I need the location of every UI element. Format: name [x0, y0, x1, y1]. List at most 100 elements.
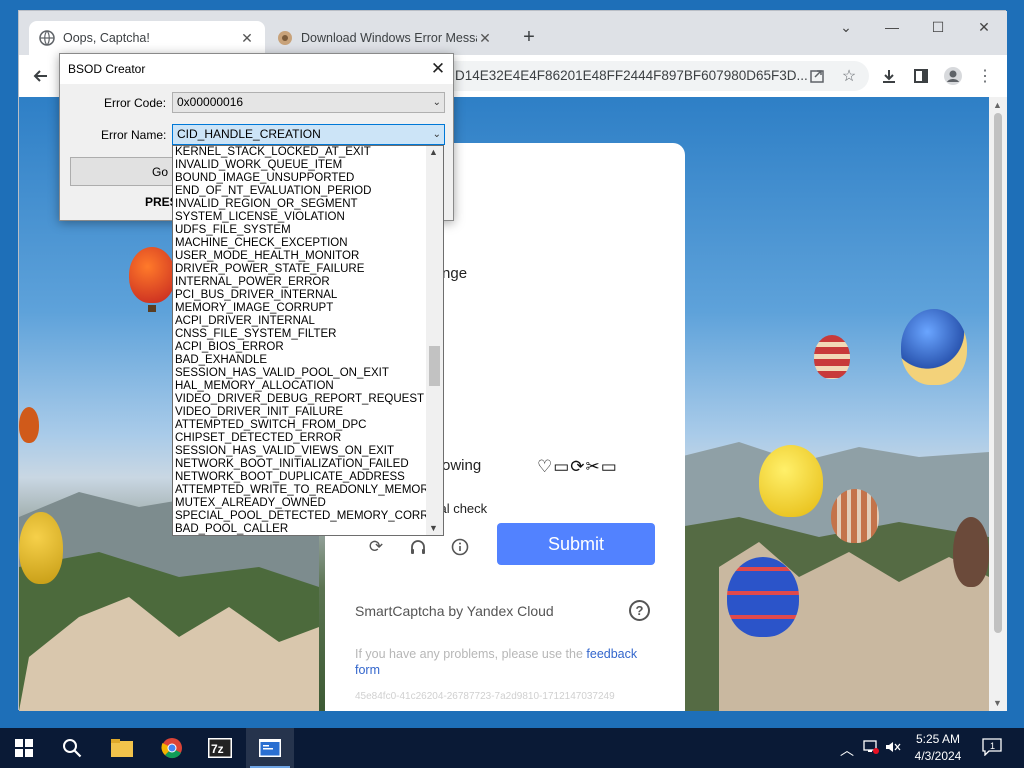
dropdown-item[interactable]: VIDEO_DRIVER_DEBUG_REPORT_REQUEST	[173, 393, 427, 406]
scroll-up-icon[interactable]: ▲	[993, 100, 1002, 110]
taskbar: 7z ︿ 5:25 AM 4/3/2024 1	[0, 728, 1024, 768]
balloon	[814, 335, 850, 379]
dropdown-item[interactable]: VIDEO_DRIVER_INIT_FAILURE	[173, 406, 427, 419]
error-name-select[interactable]: CID_HANDLE_CREATION ⌄	[172, 124, 445, 145]
close-tab-icon[interactable]: ✕	[239, 30, 255, 47]
side-panel-icon[interactable]	[909, 64, 933, 88]
audio-headphones-icon[interactable]	[406, 535, 430, 559]
share-icon[interactable]	[805, 64, 829, 88]
dropdown-item[interactable]: NETWORK_BOOT_INITIALIZATION_FAILED	[173, 458, 427, 471]
close-tab-icon[interactable]: ✕	[477, 30, 493, 47]
balloon	[953, 517, 989, 587]
submit-button[interactable]: Submit	[497, 523, 655, 565]
dropdown-item[interactable]: BOUND_IMAGE_UNSUPPORTED	[173, 172, 427, 185]
refresh-icon[interactable]: ⟳	[364, 535, 388, 559]
dropdown-item[interactable]: MUTEX_ALREADY_OWNED	[173, 497, 427, 510]
dialog-title: BSOD Creator	[68, 62, 146, 76]
tab-title: Download Windows Error Messa	[301, 31, 477, 45]
balloon	[727, 557, 799, 637]
dropdown-item[interactable]: SPECIAL_POOL_DETECTED_MEMORY_CORRUPTION	[173, 510, 427, 523]
dropdown-item[interactable]: INTERNAL_POWER_ERROR	[173, 276, 427, 289]
dropdown-item[interactable]: INVALID_REGION_OR_SEGMENT	[173, 198, 427, 211]
feedback-link[interactable]: feedback	[586, 647, 637, 661]
download-icon[interactable]	[877, 64, 901, 88]
dropdown-item[interactable]: END_OF_NT_EVALUATION_PERIOD	[173, 185, 427, 198]
error-name-dropdown[interactable]: KERNEL_STACK_LOCKED_AT_EXIT INVALID_WORK_…	[172, 145, 444, 536]
scroll-down-icon[interactable]: ▼	[993, 698, 1002, 708]
dropdown-items: KERNEL_STACK_LOCKED_AT_EXIT INVALID_WORK_…	[173, 146, 427, 535]
system-clock[interactable]: 5:25 AM 4/3/2024	[906, 731, 970, 765]
maximize-button[interactable]: ☐	[915, 11, 961, 43]
dropdown-item[interactable]: HAL_MEMORY_ALLOCATION	[173, 380, 427, 393]
dropdown-item[interactable]: DRIVER_POWER_STATE_FAILURE	[173, 263, 427, 276]
svg-text:7z: 7z	[211, 742, 224, 756]
network-icon[interactable]	[863, 740, 879, 757]
bsod-creator-taskbar-icon[interactable]	[246, 728, 294, 768]
dropdown-item[interactable]: BAD_EXHANDLE	[173, 354, 427, 367]
dropdown-item[interactable]: CHIPSET_DETECTED_ERROR	[173, 432, 427, 445]
info-icon[interactable]	[448, 535, 472, 559]
feedback-link-form[interactable]: form	[355, 663, 380, 677]
dropdown-item[interactable]: ACPI_BIOS_ERROR	[173, 341, 427, 354]
close-icon[interactable]: ✕	[423, 54, 453, 84]
dropdown-item[interactable]: CNSS_FILE_SYSTEM_FILTER	[173, 328, 427, 341]
dropdown-item[interactable]: SYSTEM_LICENSE_VIOLATION	[173, 211, 427, 224]
dropdown-item[interactable]: ACPI_DRIVER_INTERNAL	[173, 315, 427, 328]
new-tab-button[interactable]: +	[517, 25, 541, 49]
scroll-down-icon[interactable]: ▼	[429, 523, 438, 533]
bookmark-star-icon[interactable]: ☆	[837, 64, 861, 88]
clock-date: 4/3/2024	[914, 749, 962, 763]
start-button[interactable]	[0, 728, 48, 768]
tab-captcha[interactable]: Oops, Captcha! ✕	[29, 21, 265, 55]
tray-chevron-up-icon[interactable]: ︿	[840, 740, 854, 760]
balloon	[19, 407, 39, 443]
captcha-brand: SmartCaptcha by Yandex Cloud	[355, 603, 554, 619]
dropdown-item[interactable]: UDFS_FILE_SYSTEM	[173, 224, 427, 237]
tab-search-icon[interactable]: ⌄	[823, 11, 869, 43]
tab-strip: Oops, Captcha! ✕ Download Windows Error …	[19, 11, 1007, 55]
chrome-icon[interactable]	[148, 728, 196, 768]
dropdown-item[interactable]: PCI_BUS_DRIVER_INTERNAL	[173, 289, 427, 302]
dropdown-item[interactable]: SESSION_HAS_VALID_POOL_ON_EXIT	[173, 367, 427, 380]
address-text: D14E32E4E4F86201E48FF2444F897BF607980D65…	[455, 68, 808, 83]
dropdown-item[interactable]: MACHINE_CHECK_EXCEPTION	[173, 237, 427, 250]
dropdown-item[interactable]: MEMORY_IMAGE_CORRUPT	[173, 302, 427, 315]
back-icon[interactable]	[29, 64, 53, 88]
notification-icon[interactable]: 1	[982, 738, 1002, 759]
dropdown-item[interactable]: INVALID_WORK_QUEUE_ITEM	[173, 159, 427, 172]
profile-avatar-icon[interactable]	[941, 64, 965, 88]
7zip-icon[interactable]: 7z	[196, 728, 244, 768]
search-icon[interactable]	[48, 728, 96, 768]
tab-download[interactable]: Download Windows Error Messa ✕	[267, 21, 503, 55]
balloon	[831, 489, 879, 543]
scrollbar-thumb[interactable]	[429, 346, 440, 386]
globe-icon	[39, 30, 55, 46]
help-icon[interactable]: ?	[629, 600, 650, 621]
dropdown-item[interactable]: ATTEMPTED_SWITCH_FROM_DPC	[173, 419, 427, 432]
chevron-down-icon: ⌄	[432, 129, 441, 140]
minimize-button[interactable]: —	[869, 11, 915, 43]
close-window-button[interactable]: ✕	[961, 11, 1007, 43]
challenge-glyphs: ♡▭⟳✂▭	[537, 457, 618, 476]
file-explorer-icon[interactable]	[98, 728, 146, 768]
balloon-basket	[148, 305, 156, 312]
clock-time: 5:25 AM	[915, 732, 961, 746]
dropdown-scrollbar[interactable]: ▲ ▼	[426, 146, 443, 535]
dropdown-item[interactable]: BAD_POOL_CALLER	[173, 523, 427, 535]
dropdown-item[interactable]: KERNEL_STACK_LOCKED_AT_EXIT	[173, 146, 427, 159]
dialog-titlebar: BSOD Creator ✕	[60, 54, 453, 84]
page-scrollbar[interactable]: ▲ ▼	[989, 97, 1007, 711]
dropdown-item[interactable]: SESSION_HAS_VALID_VIEWS_ON_EXIT	[173, 445, 427, 458]
volume-muted-icon[interactable]	[885, 740, 901, 757]
dropdown-item[interactable]: USER_MODE_HEALTH_MONITOR	[173, 250, 427, 263]
menu-icon[interactable]: ⋮	[973, 64, 997, 88]
softpedia-icon	[277, 30, 293, 46]
dropdown-item[interactable]: NETWORK_BOOT_DUPLICATE_ADDRESS	[173, 471, 427, 484]
error-code-select[interactable]: 0x00000016 ⌄	[172, 92, 445, 113]
dropdown-item[interactable]: ATTEMPTED_WRITE_TO_READONLY_MEMORY	[173, 484, 427, 497]
scrollbar-thumb[interactable]	[994, 113, 1002, 633]
problem-text: If you have any problems, please use the…	[355, 647, 638, 677]
scroll-up-icon[interactable]: ▲	[429, 147, 438, 157]
notification-count: 1	[990, 741, 995, 751]
request-id: 45e84fc0-41c26204-26787723-7a2d9810-1712…	[355, 691, 615, 702]
